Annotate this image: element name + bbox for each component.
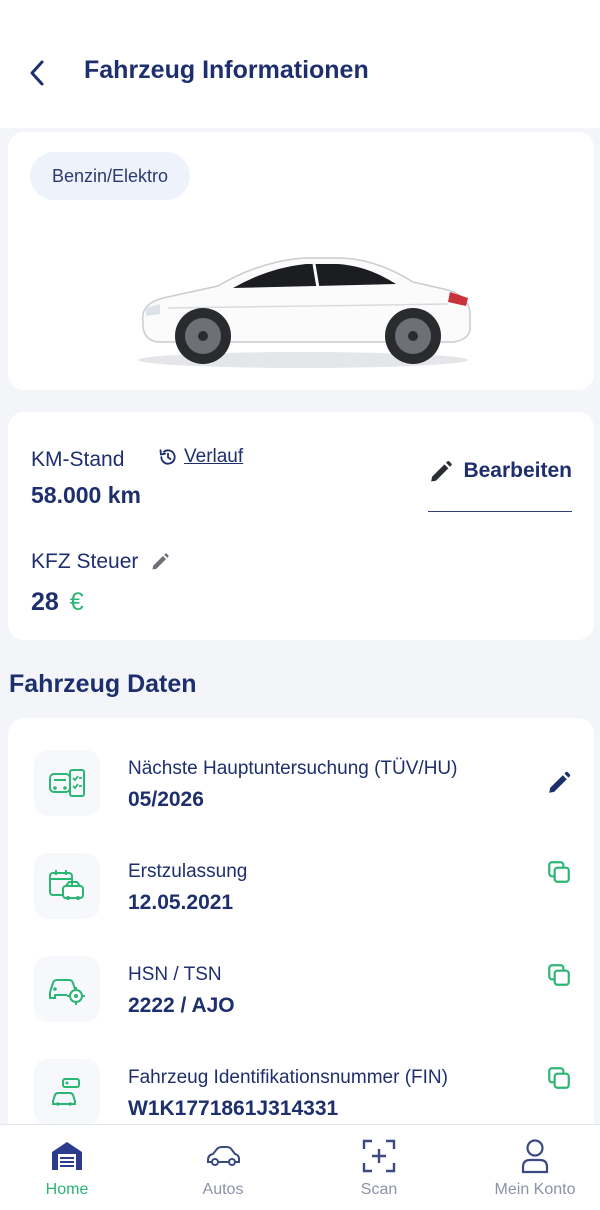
nav-label: Scan xyxy=(360,1181,398,1198)
tax-edit-icon[interactable] xyxy=(150,552,170,572)
data-row-registration: Erstzulassung 12.05.2021 xyxy=(8,831,594,931)
vehicle-data-card: Nächste Hauptuntersuchung (TÜV/HU) 05/20… xyxy=(8,718,594,1138)
history-link-label: Verlauf xyxy=(184,446,244,467)
nav-label: Mein Konto xyxy=(494,1181,576,1198)
mileage-value: 58.000 km xyxy=(31,482,141,508)
data-row-inspection: Nächste Hauptuntersuchung (TÜV/HU) 05/20… xyxy=(8,728,594,828)
vehicle-card: Benzin/Elektro xyxy=(8,132,594,390)
scan-icon xyxy=(362,1139,396,1173)
edit-inspection-button[interactable] xyxy=(544,768,574,798)
nav-account[interactable]: Mein Konto xyxy=(460,1125,600,1210)
user-icon xyxy=(521,1139,549,1174)
nav-label: Autos xyxy=(202,1181,244,1198)
row-value: 12.05.2021 xyxy=(128,891,234,914)
copy-registration-button[interactable] xyxy=(544,857,574,887)
mileage-card: KM-Stand Verlauf 58.000 km Bearbeiten KF… xyxy=(8,412,594,640)
nav-autos[interactable]: Autos xyxy=(148,1125,298,1210)
tax-label: KFZ Steuer xyxy=(31,550,139,573)
edit-mileage-button[interactable]: Bearbeiten xyxy=(428,450,572,512)
page-title: Fahrzeug Informationen xyxy=(84,56,369,84)
calendar-car-icon xyxy=(34,853,100,919)
row-label: HSN / TSN xyxy=(128,964,222,985)
edit-mileage-label: Bearbeiten xyxy=(463,459,572,482)
car-icon xyxy=(207,1146,240,1166)
car-key-icon xyxy=(34,1059,100,1125)
tax-value: 28 € xyxy=(31,588,84,617)
nav-scan[interactable]: Scan xyxy=(304,1125,454,1210)
pencil-icon xyxy=(431,460,452,482)
app-header: Fahrzeug Informationen xyxy=(0,0,600,128)
history-icon xyxy=(159,449,176,465)
row-value: 05/2026 xyxy=(128,788,204,811)
copy-hsn-tsn-button[interactable] xyxy=(544,960,574,990)
copy-vin-button[interactable] xyxy=(544,1063,574,1093)
nav-home[interactable]: Home xyxy=(0,1125,142,1210)
mileage-label: KM-Stand xyxy=(31,448,125,471)
pencil-icon xyxy=(549,771,571,793)
fuel-type-chip: Benzin/Elektro xyxy=(30,152,191,200)
garage-icon xyxy=(52,1142,82,1170)
row-label: Erstzulassung xyxy=(128,861,248,882)
chevron-left-icon xyxy=(30,60,44,86)
tax-currency: € xyxy=(69,588,84,616)
copy-icon xyxy=(548,861,570,883)
bottom-nav: Home Autos Scan Mein Konto xyxy=(0,1124,600,1210)
back-button[interactable] xyxy=(20,56,54,90)
nav-label: Home xyxy=(45,1181,89,1198)
row-value: 2222 / AJO xyxy=(128,994,235,1017)
row-label: Nächste Hauptuntersuchung (TÜV/HU) xyxy=(128,758,458,779)
data-row-vin: Fahrzeug Identifikationsnummer (FIN) W1K… xyxy=(8,1037,594,1137)
history-link[interactable]: Verlauf xyxy=(158,446,243,468)
tax-amount: 28 xyxy=(31,588,59,616)
row-value: W1K1771861J314331 xyxy=(128,1097,339,1120)
data-row-hsn-tsn: HSN / TSN 2222 / AJO xyxy=(8,934,594,1034)
copy-icon xyxy=(548,1067,570,1089)
section-title: Fahrzeug Daten xyxy=(9,670,197,698)
row-label: Fahrzeug Identifikationsnummer (FIN) xyxy=(128,1067,448,1088)
car-image xyxy=(138,257,471,368)
inspection-icon xyxy=(34,750,100,816)
car-gear-icon xyxy=(34,956,100,1022)
copy-icon xyxy=(548,964,570,986)
